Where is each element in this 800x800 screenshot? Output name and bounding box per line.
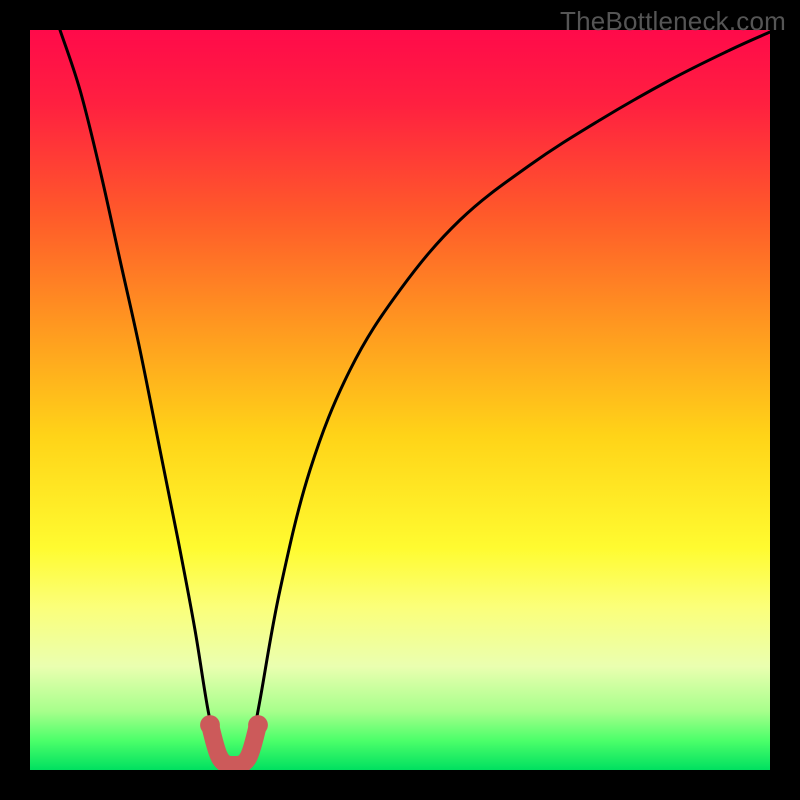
- chart-svg: [30, 30, 770, 770]
- gradient-background: [30, 30, 770, 770]
- plot-area: [30, 30, 770, 770]
- marker-dot: [200, 715, 220, 735]
- watermark-label: TheBottleneck.com: [560, 6, 786, 37]
- chart-outer-frame: TheBottleneck.com: [0, 0, 800, 800]
- marker-dot: [248, 715, 268, 735]
